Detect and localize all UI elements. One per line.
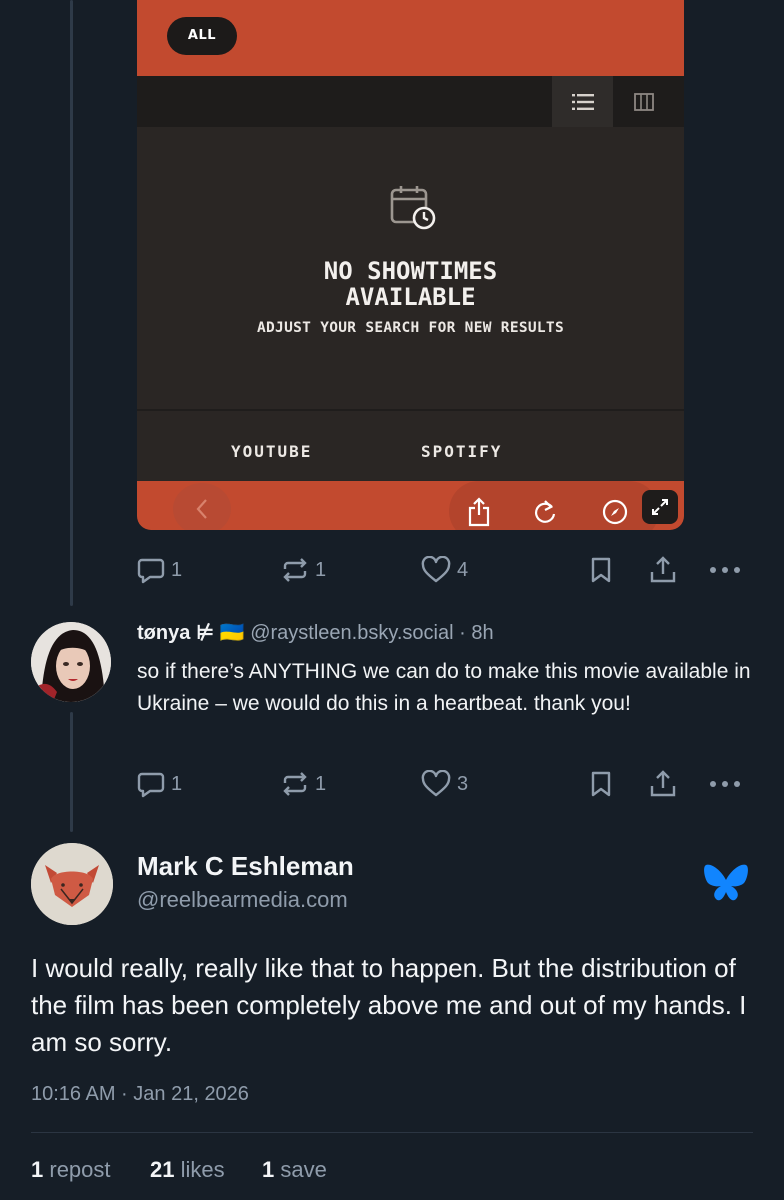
reply-actions: 1 1 3 [137, 764, 747, 804]
more-button[interactable] [709, 764, 741, 804]
reply-time: · 8h [459, 622, 494, 644]
more-icon [710, 781, 740, 787]
reply-count: 1 [171, 558, 183, 581]
share-icon [650, 770, 676, 797]
like-count: 3 [457, 772, 469, 795]
like-count: 4 [457, 558, 469, 581]
post-actions: 1 1 4 [137, 550, 747, 590]
back-icon [173, 483, 231, 530]
reply-button[interactable]: 1 [137, 550, 182, 590]
stats-divider [31, 1132, 753, 1133]
calendar-clock-icon [390, 185, 436, 236]
empty-state-title: NO SHOWTIMES AVAILABLE [137, 258, 684, 310]
repost-icon [283, 772, 307, 796]
embed-divider [137, 409, 684, 411]
likes-stat-count: 21 [150, 1157, 175, 1182]
grid-view-icon [613, 76, 674, 127]
filter-pill-all: ALL [167, 17, 237, 55]
compass-icon [600, 497, 630, 527]
bookmark-button[interactable] [589, 550, 613, 590]
bookmark-button[interactable] [589, 764, 613, 804]
bookmark-icon [591, 557, 611, 583]
share-icon [650, 556, 676, 583]
reload-icon [530, 497, 560, 527]
avatar-tonya[interactable] [31, 622, 111, 702]
likes-stat[interactable]: 21 likes [150, 1157, 225, 1183]
author-display-name[interactable]: Mark C Eshleman [137, 851, 354, 882]
repost-stat-count: 1 [31, 1157, 44, 1182]
like-icon [421, 770, 451, 797]
repost-stat[interactable]: 1 repost [31, 1157, 111, 1183]
share-sheet-icon [464, 494, 494, 530]
repost-count: 1 [315, 558, 327, 581]
reply-button[interactable]: 1 [137, 764, 182, 804]
saves-stat[interactable]: 1 save [262, 1157, 327, 1183]
reply-text: so if there’s ANYTHING we can do to make… [137, 660, 751, 715]
link-spotify: SPOTIFY [421, 442, 503, 461]
expand-icon [642, 490, 678, 524]
repost-button[interactable]: 1 [281, 764, 326, 804]
post-timestamp: 10:16 AM · Jan 21, 2026 [31, 1083, 249, 1105]
list-view-icon [552, 76, 613, 127]
repost-icon [283, 558, 307, 582]
flag-icon: 🇺🇦 [219, 622, 245, 644]
likes-stat-label: likes [180, 1157, 225, 1182]
saves-stat-count: 1 [262, 1157, 275, 1182]
repost-stat-label: repost [49, 1157, 111, 1182]
reply-icon [137, 772, 165, 798]
reply-count: 1 [171, 772, 183, 795]
like-icon [421, 556, 451, 583]
like-button[interactable]: 4 [421, 550, 468, 590]
empty-title-line1: NO SHOWTIMES [323, 257, 498, 285]
butterfly-icon [703, 862, 749, 909]
empty-title-line2: AVAILABLE [345, 283, 476, 311]
repost-count: 1 [315, 772, 327, 795]
embedded-screenshot[interactable]: ALL NO SHOWTIMES AVAILABLE ADJUST YOUR S… [137, 0, 684, 530]
like-button[interactable]: 3 [421, 764, 468, 804]
bookmark-icon [591, 771, 611, 797]
post-text: I would really, really like that to happ… [31, 953, 747, 1057]
thread-line-middle [70, 712, 73, 832]
reply-handle[interactable]: @raystleen.bsky.social [250, 622, 453, 644]
reply-display-name[interactable]: tønya ⊭ [137, 622, 214, 644]
repost-button[interactable]: 1 [281, 550, 326, 590]
share-button[interactable] [649, 550, 677, 590]
saves-stat-label: save [280, 1157, 327, 1182]
reply-icon [137, 558, 165, 584]
more-button[interactable] [709, 550, 741, 590]
reply-header: tønya ⊭ 🇺🇦 @raystleen.bsky.social · 8h [137, 620, 494, 645]
author-handle[interactable]: @reelbearmedia.com [137, 887, 348, 913]
avatar-mark[interactable] [31, 843, 113, 925]
empty-state-subtitle: ADJUST YOUR SEARCH FOR NEW RESULTS [256, 320, 564, 336]
thread-line-top [70, 0, 73, 606]
share-button[interactable] [649, 764, 677, 804]
more-icon [710, 567, 740, 573]
link-youtube: YOUTUBE [231, 442, 313, 461]
